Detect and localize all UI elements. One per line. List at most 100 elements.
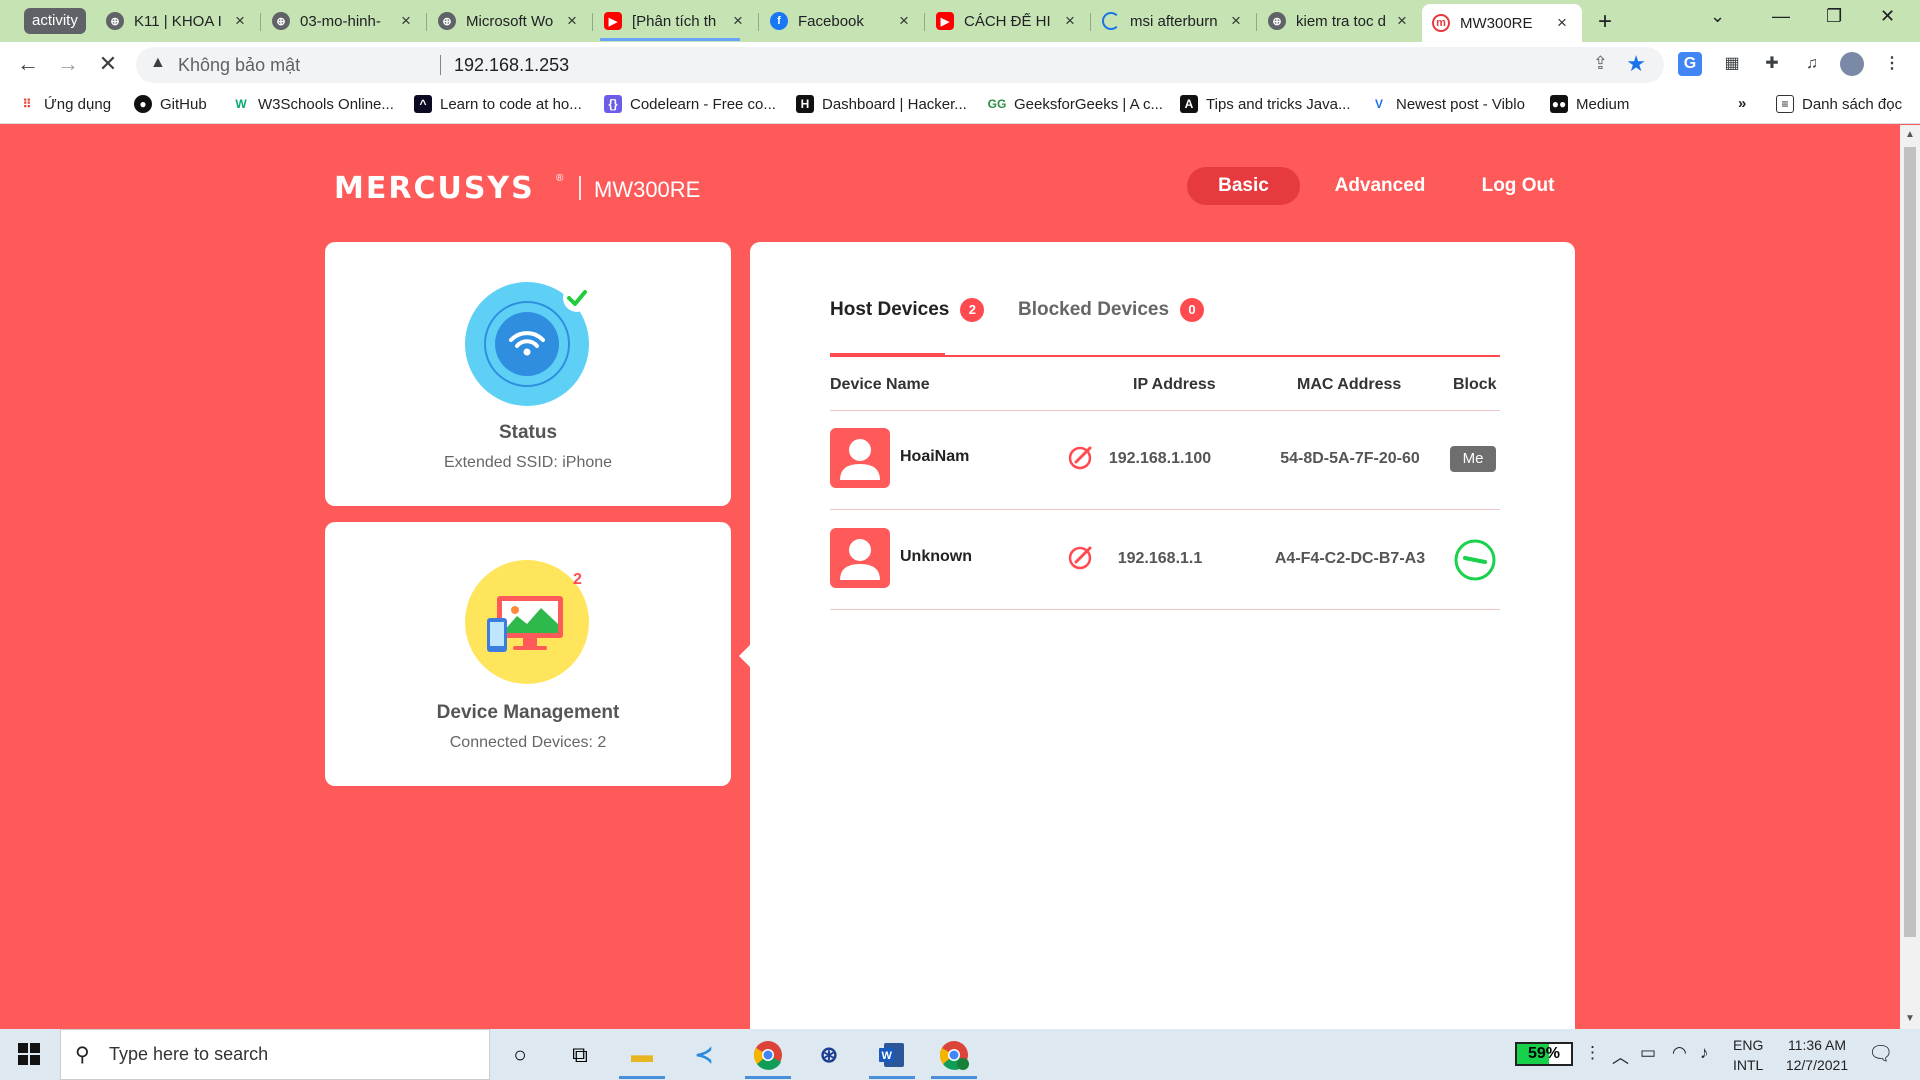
profile-avatar[interactable] (1840, 52, 1864, 76)
share-icon[interactable]: ⇪ (1593, 53, 1608, 74)
security-label[interactable]: Không bảo mật (178, 55, 300, 76)
battery-percent: 59% (1527, 1045, 1561, 1062)
reading-list-icon: ≡ (1776, 95, 1794, 113)
forward-arrow-icon[interactable]: → (54, 51, 82, 77)
close-icon[interactable]: × (1552, 13, 1572, 33)
tab-title: Facebook (798, 12, 864, 30)
notification-center-icon[interactable]: 🗨 (1868, 1041, 1893, 1066)
tab-group-underline (600, 38, 740, 41)
scrollbar-thumb[interactable] (1904, 147, 1916, 937)
bookmark-viblo[interactable]: V Newest post - Viblo (1370, 95, 1525, 113)
wifi-icon[interactable]: ◠ (1672, 1043, 1687, 1063)
bookmark-tips-java[interactable]: A Tips and tricks Java... (1180, 95, 1351, 113)
restore-button[interactable]: ❐ (1826, 6, 1842, 27)
vscode-icon[interactable]: ≺ (688, 1039, 720, 1071)
browser-tab[interactable]: ▶ CÁCH ĐỂ HI × (926, 6, 1091, 36)
close-icon[interactable]: × (728, 11, 748, 31)
cortana-icon[interactable]: ○ (504, 1039, 536, 1071)
browser-tab-active[interactable]: m MW300RE × (1422, 4, 1582, 42)
app-circle-icon[interactable]: ⊛ (813, 1039, 845, 1071)
warning-icon[interactable]: ▲ (150, 54, 166, 72)
browser-tab[interactable]: ⊕ kiem tra toc d × (1258, 6, 1422, 36)
chrome-profile-icon[interactable] (938, 1039, 970, 1071)
globe-icon: ⊕ (438, 12, 456, 30)
close-window-button[interactable]: ✕ (1880, 6, 1895, 27)
browser-tab[interactable]: f Facebook × (760, 6, 925, 36)
logout-button[interactable]: Log Out (1470, 167, 1566, 205)
close-icon[interactable]: × (230, 11, 250, 31)
more-menu-icon[interactable]: ⋮ (1880, 52, 1904, 76)
freecodecamp-icon: ^ (414, 95, 432, 113)
bookmark-geeksforgeeks[interactable]: GG GeeksforGeeks | A c... (988, 95, 1163, 113)
extensions-puzzle-icon[interactable]: ✚ (1760, 52, 1784, 76)
media-control-icon[interactable]: ♫ (1800, 52, 1824, 76)
tab-host-devices[interactable]: Host Devices 2 (830, 298, 985, 322)
new-tab-button[interactable]: + (1598, 8, 1612, 36)
bookmark-apps[interactable]: ⠿ Ứng dụng (18, 95, 111, 113)
close-icon[interactable]: × (1226, 11, 1246, 31)
file-explorer-icon[interactable]: ▬ (626, 1039, 658, 1071)
qr-code-icon[interactable]: ▦ (1720, 52, 1744, 76)
device-name: Unknown (900, 548, 972, 565)
browser-tab[interactable]: ⊕ K11 | KHOA I × (96, 6, 261, 36)
close-icon[interactable]: × (894, 11, 914, 31)
device-management-card[interactable]: 2 Device Management Connected Devices: 2 (325, 522, 731, 786)
scroll-up-arrow-icon[interactable]: ▲ (1905, 129, 1915, 140)
bookmark-w3schools[interactable]: W W3Schools Online... (232, 95, 394, 113)
tab-group-chip[interactable]: activity (24, 8, 86, 34)
svg-text:W: W (882, 1050, 893, 1062)
bookmarks-overflow-button[interactable]: » (1738, 95, 1746, 112)
bookmarks-bar: ⠿ Ứng dụng ● GitHub W W3Schools Online... ^… (0, 88, 1920, 124)
device-ip: 192.168.1.100 (1108, 450, 1212, 467)
browser-tab[interactable]: ⊕ Microsoft Wo × (428, 6, 593, 36)
browser-tab[interactable]: ⊕ 03-mo-hinh- × (262, 6, 427, 36)
close-icon[interactable]: × (1060, 11, 1080, 31)
close-icon[interactable]: × (562, 11, 582, 31)
close-icon[interactable]: × (1392, 11, 1412, 31)
tab-search-icon[interactable]: ⌄ (1710, 6, 1725, 27)
volume-icon[interactable]: ♪ (1700, 1043, 1709, 1063)
bookmark-freecodecamp[interactable]: ^ Learn to code at ho... (414, 95, 582, 113)
translate-icon[interactable]: G (1678, 52, 1702, 76)
facebook-icon: f (770, 12, 788, 30)
battery-meter[interactable]: 59% (1515, 1042, 1573, 1066)
active-tab-indicator (830, 353, 945, 357)
show-hidden-icons-chevron-icon[interactable]: ︿ (1612, 1043, 1629, 1068)
bookmark-star-icon[interactable]: ★ (1626, 51, 1646, 77)
host-count-badge: 2 (960, 298, 985, 322)
stop-loading-icon[interactable]: ✕ (94, 51, 122, 77)
page-scrollbar[interactable]: ▲ ▼ (1900, 125, 1920, 1029)
close-icon[interactable]: × (396, 11, 416, 31)
battery-icon[interactable]: ▭ (1640, 1043, 1656, 1063)
edit-pencil-icon[interactable] (1067, 443, 1095, 471)
loading-spinner-icon (1102, 12, 1120, 30)
bookmark-medium[interactable]: ●● Medium (1550, 95, 1629, 113)
bookmark-hackerrank[interactable]: H Dashboard | Hacker... (796, 95, 967, 113)
word-icon[interactable]: W (876, 1039, 908, 1071)
router-page: MERCUSYS ® MW300RE Basic Advanced Log Ou… (0, 125, 1900, 1029)
minimize-button[interactable]: — (1772, 6, 1790, 27)
taskbar-search-box[interactable]: ⚲ Type here to search (60, 1029, 490, 1080)
task-view-icon[interactable]: ⧉ (564, 1039, 596, 1071)
back-arrow-icon[interactable]: ← (14, 51, 42, 77)
browser-tab[interactable]: msi afterburn × (1092, 6, 1257, 36)
chrome-icon[interactable] (752, 1039, 784, 1071)
geeksforgeeks-icon: GG (987, 97, 1007, 111)
tray-app-icon[interactable]: ⋮ (1584, 1043, 1601, 1063)
bookmark-codelearn[interactable]: {} Codelearn - Free co... (604, 95, 776, 113)
scroll-down-arrow-icon[interactable]: ▼ (1905, 1013, 1915, 1024)
url-text[interactable]: 192.168.1.253 (454, 55, 569, 76)
address-bar[interactable]: ▲ Không bảo mật 192.168.1.253 ⇪ ★ (136, 47, 1664, 83)
nav-basic-button[interactable]: Basic (1187, 167, 1300, 205)
status-card[interactable]: Status Extended SSID: iPhone (325, 242, 731, 506)
windows-start-icon[interactable] (18, 1043, 40, 1065)
edit-pencil-icon[interactable] (1067, 543, 1095, 571)
system-clock[interactable]: 11:36 AM 12/7/2021 (1772, 1035, 1862, 1075)
browser-tab[interactable]: ▶ [Phân tích th × (594, 6, 759, 36)
input-language[interactable]: ENG INTL (1733, 1035, 1763, 1075)
tab-blocked-devices[interactable]: Blocked Devices 0 (1018, 298, 1205, 322)
bookmark-github[interactable]: ● GitHub (134, 95, 207, 113)
block-device-toggle[interactable] (1453, 538, 1497, 582)
reading-list-button[interactable]: ≡ Danh sách đọc (1776, 95, 1902, 113)
nav-advanced-button[interactable]: Advanced (1330, 167, 1430, 205)
